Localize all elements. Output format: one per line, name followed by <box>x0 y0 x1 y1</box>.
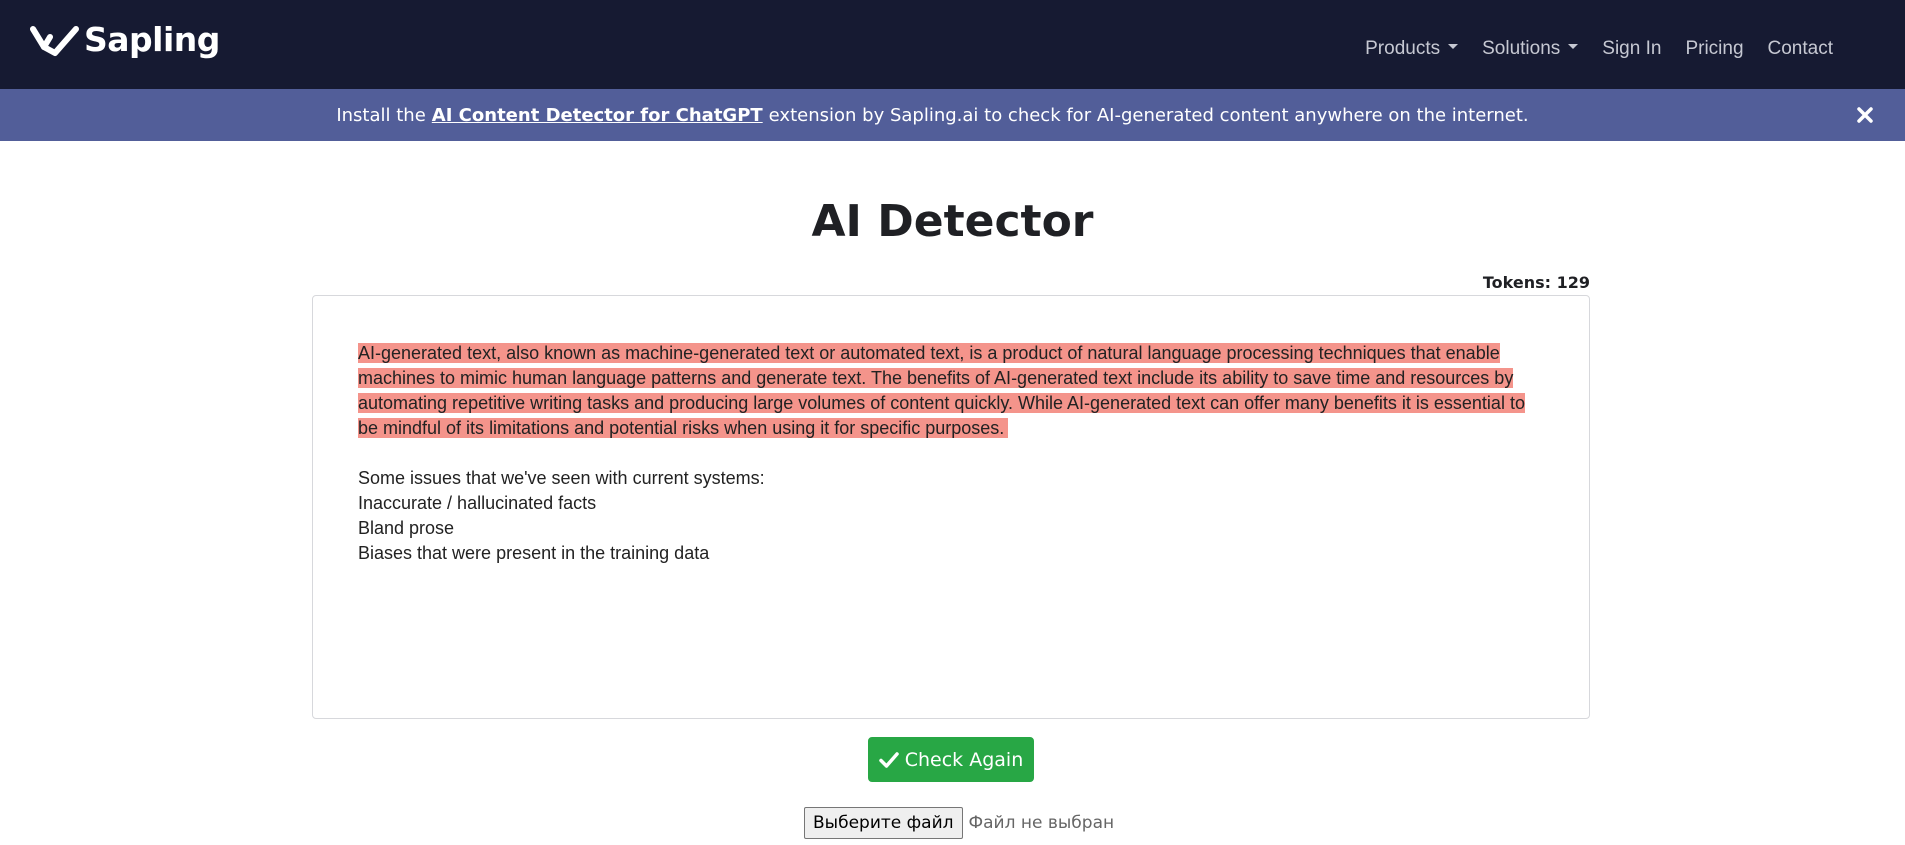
editor-line: Inaccurate / hallucinated facts <box>358 493 597 513</box>
caret-down-icon <box>1448 44 1459 49</box>
nav-contact-label: Contact <box>1767 37 1833 59</box>
banner-extension-link[interactable]: AI Content Detector for ChatGPT <box>432 105 763 126</box>
file-upload: Выберите файл Файл не выбран <box>804 807 1114 839</box>
nav-products-label: Products <box>1365 37 1441 59</box>
nav-solutions-label: Solutions <box>1482 37 1561 59</box>
check-again-label: Check Again <box>904 748 1024 771</box>
nav-contact-link[interactable]: Contact <box>1756 38 1845 60</box>
editor-line: Some issues that we've seen with current… <box>358 468 765 488</box>
choose-file-button[interactable]: Выберите файл <box>804 807 963 839</box>
nav-products-dropdown[interactable]: Products <box>1353 38 1470 60</box>
nav-solutions-dropdown[interactable]: Solutions <box>1470 38 1590 60</box>
ai-highlighted-text: AI-generated text, also known as machine… <box>358 343 1525 438</box>
editor-paragraph-highlighted: AI-generated text, also known as machine… <box>358 341 1545 441</box>
nav-sign-in-link[interactable]: Sign In <box>1590 38 1673 60</box>
editor-blank-line <box>358 441 1545 466</box>
sapling-logo-icon <box>30 25 79 56</box>
close-icon[interactable] <box>1853 103 1877 127</box>
editor-line: Bland prose <box>358 518 455 538</box>
nav-sign-in-label: Sign In <box>1602 37 1662 59</box>
banner-prefix: Install the <box>336 104 426 126</box>
page-title: AI Detector <box>811 196 1094 247</box>
brand-name: Sapling <box>84 20 220 59</box>
nav-menu: Products Solutions Sign In Pricing Conta… <box>1353 0 1845 89</box>
checkmark-icon <box>878 751 899 768</box>
text-editor[interactable]: AI-generated text, also known as machine… <box>312 295 1590 719</box>
file-status-text: Файл не выбран <box>968 813 1115 833</box>
check-again-button[interactable]: Check Again <box>868 737 1034 782</box>
nav-pricing-label: Pricing <box>1685 37 1744 59</box>
brand-logo[interactable]: Sapling <box>30 20 220 59</box>
page-scrollbar[interactable] <box>1899 141 1905 845</box>
caret-down-icon <box>1568 44 1579 49</box>
banner-suffix: extension by Sapling.ai to check for AI-… <box>768 104 1529 126</box>
nav-pricing-link[interactable]: Pricing <box>1673 38 1755 60</box>
extension-banner: Install the AI Content Detector for Chat… <box>0 89 1905 141</box>
token-count: Tokens: 129 <box>1482 273 1590 292</box>
top-navbar: Sapling Products Solutions Sign In Prici… <box>0 0 1905 89</box>
editor-line: Biases that were present in the training… <box>358 543 710 563</box>
